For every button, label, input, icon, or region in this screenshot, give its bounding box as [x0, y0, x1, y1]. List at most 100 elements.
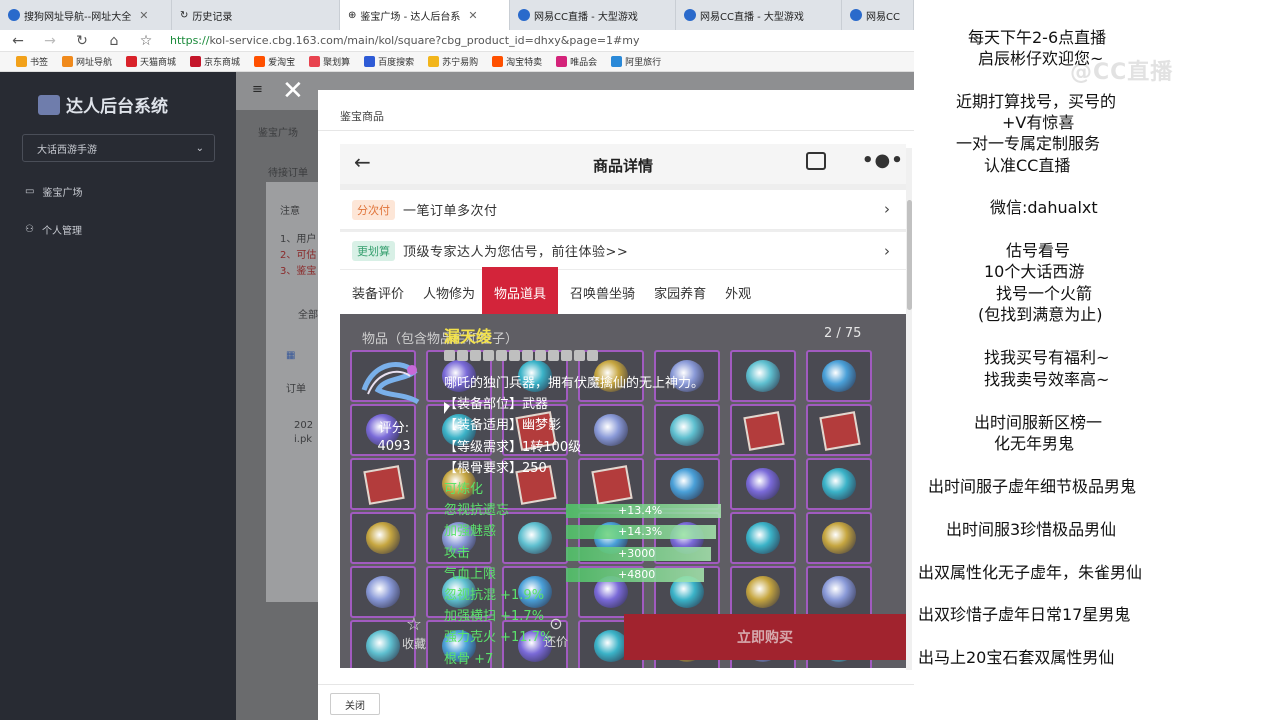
favorite-button[interactable]: ☆ 收藏: [394, 614, 434, 652]
inventory-slot[interactable]: [730, 566, 796, 618]
detail-header: ← 商品详情 •●•: [340, 144, 906, 184]
action-bar: ☆ 收藏 ⊙ 还价 立即购买: [340, 614, 906, 660]
product-detail-view: ← 商品详情 •●• 分次付 一笔订单多次付 › 更划算 顶级专家达人为您估号，…: [340, 144, 906, 668]
chevron-right-icon: ›: [884, 200, 890, 218]
inventory-slot[interactable]: [806, 512, 872, 564]
url-scheme: https://: [170, 34, 210, 47]
browser-tab-3[interactable]: 网易CC直播 - 大型游戏: [510, 0, 676, 30]
tooltip-line: 忽视抗遗忘: [444, 503, 510, 519]
inventory-slot[interactable]: [350, 566, 416, 618]
inventory-slot[interactable]: [350, 458, 416, 510]
inventory-slot[interactable]: [578, 404, 644, 456]
sidebar-item-profile[interactable]: ⚇ 个人管理: [25, 222, 82, 237]
bookmark-icon: [428, 56, 440, 67]
more-icon[interactable]: •●•: [862, 150, 904, 171]
stream-info-line: 启辰彬仔欢迎您~: [978, 49, 1104, 68]
stream-info-line: 找我卖号效率高~: [984, 370, 1110, 389]
filter-select[interactable]: 全部: [298, 306, 318, 321]
app-logo: 达人后台系统: [38, 92, 168, 117]
inventory-slot[interactable]: [578, 458, 644, 510]
bookmark-item[interactable]: 淘宝特卖: [492, 55, 542, 68]
bookmark-item[interactable]: 聚划算: [309, 55, 350, 68]
tab-pets[interactable]: 召唤兽坐骑: [558, 283, 642, 314]
browser-tab-1[interactable]: ↻ 历史记录: [172, 0, 340, 30]
close-icon[interactable]: ✕: [282, 78, 304, 104]
bookmark-label: 百度搜索: [378, 58, 415, 68]
close-button[interactable]: 关闭: [330, 693, 380, 715]
bookmark-item[interactable]: 网址导航: [62, 55, 112, 68]
tab-items[interactable]: 物品道具: [482, 267, 559, 314]
reload-icon[interactable]: ↻: [74, 33, 90, 49]
buy-now-button[interactable]: 立即购买: [624, 614, 906, 660]
tab-close-icon[interactable]: ✕: [468, 9, 477, 22]
row-id: i.pk: [294, 434, 313, 445]
inventory-slot[interactable]: [502, 512, 568, 564]
grid-icon[interactable]: ▦: [286, 350, 295, 361]
url-field[interactable]: https://kol-service.cbg.163.com/main/kol…: [170, 34, 640, 47]
stream-info-line: (包找到满意为止): [978, 305, 1103, 324]
bargain-icon: ⊙: [549, 614, 563, 633]
stream-info-line: 一对一专属定制服务: [956, 134, 1101, 153]
browser-tab-5[interactable]: 网易CC: [842, 0, 914, 30]
browser-tab-4[interactable]: 网易CC直播 - 大型游戏: [676, 0, 842, 30]
bookmark-item[interactable]: 书签: [16, 55, 48, 68]
favorite-label: 收藏: [401, 637, 426, 651]
inventory-slot[interactable]: [806, 458, 872, 510]
globe-icon: ⊕: [348, 9, 357, 21]
inventory-slot[interactable]: [806, 404, 872, 456]
book-item-icon: [363, 465, 405, 505]
inventory-slot[interactable]: [654, 404, 720, 456]
share-icon[interactable]: [806, 152, 826, 170]
installment-row[interactable]: 分次付 一笔订单多次付 ›: [340, 190, 906, 230]
sidebar-item-appraisal[interactable]: ▭ 鉴宝广场: [25, 184, 82, 199]
bookmark-item[interactable]: 天猫商城: [126, 55, 176, 68]
bargain-label: 还价: [543, 635, 568, 649]
stream-info-line: 出马上20宝石套双属性男仙: [918, 648, 1115, 667]
bookmark-item[interactable]: 苏宁易购: [428, 55, 478, 68]
menu-toggle-icon[interactable]: ≡: [252, 82, 263, 97]
inventory-slot[interactable]: [730, 350, 796, 402]
bookmark-item[interactable]: 阿里旅行: [611, 55, 661, 68]
stream-info-line: 出时间服子虚年细节极品男鬼: [928, 477, 1137, 496]
bookmark-label: 京东商城: [204, 58, 241, 68]
ring-item-icon: [670, 414, 704, 446]
inventory-slot[interactable]: [730, 404, 796, 456]
bookmark-item[interactable]: 京东商城: [190, 55, 240, 68]
forward-icon[interactable]: →: [42, 33, 58, 49]
expert-row[interactable]: 更划算 顶级专家达人为您估号，前往体验>> ›: [340, 232, 906, 270]
bookmark-label: 阿里旅行: [625, 58, 662, 68]
inventory-slot[interactable]: [806, 566, 872, 618]
game-select[interactable]: 大话西游手游 ⌄: [22, 134, 215, 162]
star-icon[interactable]: ☆: [138, 33, 154, 49]
logo-icon: [38, 94, 60, 115]
tab-label: 鉴宝广场 - 达人后台系: [360, 11, 461, 23]
scrollbar-thumb[interactable]: [907, 200, 912, 310]
tooltip-line: 【等级需求】1转100级: [444, 439, 582, 455]
ring-item-icon: [746, 468, 780, 500]
tab-home[interactable]: 家园养育: [642, 283, 713, 314]
bookmark-item[interactable]: 百度搜索: [364, 55, 414, 68]
inventory-slot[interactable]: [730, 512, 796, 564]
browser-tab-2[interactable]: ⊕ 鉴宝广场 - 达人后台系 ✕: [340, 0, 510, 30]
tab-equipment[interactable]: 装备评价: [340, 283, 411, 314]
bargain-button[interactable]: ⊙ 还价: [536, 614, 576, 650]
tab-appearance[interactable]: 外观: [713, 283, 758, 314]
inventory-slot[interactable]: [350, 512, 416, 564]
bookmark-item[interactable]: 唯品会: [556, 55, 597, 68]
home-icon[interactable]: ⌂: [106, 33, 122, 49]
sidebar-item-label: 个人管理: [41, 226, 82, 237]
detail-tabs: 装备评价 人物修为 物品道具 召唤兽坐骑 家园养育 外观: [340, 267, 906, 314]
inventory-slot[interactable]: [730, 458, 796, 510]
item-counter: 2 / 75: [824, 326, 862, 341]
inventory-slot[interactable]: [806, 350, 872, 402]
item-stars: [444, 350, 598, 361]
bookmark-item[interactable]: 爱淘宝: [254, 55, 295, 68]
tab-character[interactable]: 人物修为: [411, 283, 482, 314]
score-value: 4093: [377, 439, 411, 454]
tab-close-icon[interactable]: ✕: [139, 9, 148, 22]
browser-window: 搜狗网址导航--网址大全 ✕ ↻ 历史记录 ⊕ 鉴宝广场 - 达人后台系 ✕ 网易CC直…: [0, 0, 914, 720]
back-icon[interactable]: ←: [10, 33, 26, 49]
browser-tab-0[interactable]: 搜狗网址导航--网址大全 ✕: [0, 0, 172, 30]
inventory-slot[interactable]: [654, 458, 720, 510]
inventory-label: 物品（包含物品栏和柜子）: [362, 332, 519, 347]
